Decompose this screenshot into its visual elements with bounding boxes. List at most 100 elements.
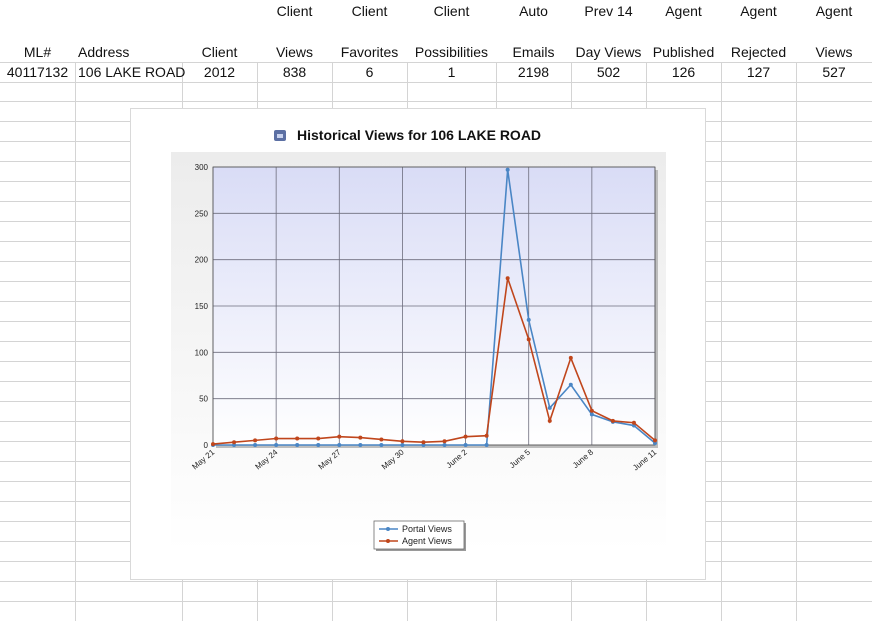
column-header[interactable]: Agent Published — [646, 0, 721, 62]
data-point — [526, 317, 531, 322]
column-header-line2: Client — [201, 44, 238, 60]
y-tick-label: 200 — [195, 256, 209, 265]
table-cell[interactable]: 838 — [257, 62, 332, 82]
column-header-line2: Possibilities — [414, 44, 489, 60]
column-header-line2: Favorites — [340, 44, 399, 60]
table-cell[interactable]: 502 — [571, 62, 646, 82]
y-tick-label: 50 — [199, 395, 208, 404]
data-point — [232, 440, 237, 445]
column-header-line1 — [36, 3, 40, 19]
chart-panel: Historical Views for 106 LAKE ROAD 0 50 100… — [130, 108, 706, 580]
data-point — [253, 438, 258, 443]
data-point — [337, 443, 342, 447]
table-cell[interactable]: 2012 — [182, 62, 257, 82]
y-tick-label: 100 — [195, 348, 209, 357]
table-cell[interactable]: 527 — [796, 62, 872, 82]
column-header[interactable]: Agent Views — [796, 0, 872, 62]
column-header[interactable]: Client Favorites — [332, 0, 407, 62]
table-cell[interactable]: 126 — [646, 62, 721, 82]
data-point — [274, 436, 279, 441]
data-point — [610, 418, 615, 423]
column-header-line2: Published — [652, 44, 715, 60]
column-header-line2: Rejected — [730, 44, 787, 60]
table-cell[interactable]: 127 — [721, 62, 796, 82]
data-point — [653, 438, 657, 443]
column-header[interactable]: Address — [75, 0, 182, 62]
data-point — [505, 276, 510, 281]
data-point — [568, 355, 573, 360]
column-header-line2: ML# — [23, 44, 52, 60]
column-header[interactable]: Agent Rejected — [721, 0, 796, 62]
table-cell[interactable]: 6 — [332, 62, 407, 82]
data-point — [400, 439, 405, 444]
column-header-line1: Agent — [740, 3, 777, 19]
legend-swatch-marker — [386, 539, 390, 543]
data-point — [568, 382, 573, 387]
data-point — [442, 439, 447, 444]
column-header[interactable]: Prev 14 Day Views — [571, 0, 646, 62]
column-header[interactable]: ML# — [0, 0, 75, 62]
grid-row-line — [0, 82, 872, 83]
data-point — [337, 434, 342, 439]
y-tick-label: 300 — [195, 163, 209, 172]
column-header[interactable]: Client — [182, 0, 257, 62]
column-header-line1: Client — [351, 3, 388, 19]
data-point — [358, 443, 363, 447]
data-point — [295, 443, 300, 447]
data-point — [421, 440, 426, 445]
grid-row-line — [0, 601, 872, 602]
legend-label: Agent Views — [402, 536, 452, 546]
legend-swatch-marker — [386, 527, 390, 531]
data-point — [589, 408, 594, 413]
legend-label: Portal Views — [402, 524, 452, 534]
data-point — [505, 167, 510, 172]
column-header[interactable]: Client Views — [257, 0, 332, 62]
column-header-line2: Address — [78, 44, 130, 60]
data-point — [316, 443, 321, 447]
data-point — [589, 412, 594, 417]
column-header-line1: Client — [276, 3, 313, 19]
table-cell[interactable]: 40117132 — [0, 62, 75, 82]
data-point — [274, 443, 279, 447]
data-point — [316, 436, 321, 441]
column-header-line1: Agent — [665, 3, 702, 19]
data-point — [463, 434, 468, 439]
y-tick-label: 150 — [195, 302, 209, 311]
chart: Historical Views for 106 LAKE ROAD050100… — [171, 127, 666, 552]
data-point — [484, 443, 489, 447]
data-point — [211, 442, 215, 447]
column-header-line2: Views — [275, 44, 314, 60]
data-point — [526, 337, 531, 342]
data-point — [631, 420, 636, 425]
table-cell[interactable]: 106 LAKE ROAD — [75, 62, 185, 82]
data-point — [463, 443, 468, 447]
column-header-line1: Client — [433, 3, 470, 19]
grid-row-line — [0, 101, 872, 102]
column-header-line1 — [218, 3, 222, 19]
data-point — [547, 405, 552, 410]
data-point — [547, 418, 552, 423]
column-header-line1 — [78, 3, 82, 19]
data-point — [253, 443, 258, 447]
data-point — [379, 437, 384, 442]
grid-col-line — [796, 62, 797, 621]
data-point — [379, 443, 384, 447]
data-point — [400, 443, 405, 447]
column-header-line1: Prev 14 — [584, 3, 633, 19]
grid-row-line — [0, 581, 872, 582]
chart-title: Historical Views for 106 LAKE ROAD — [297, 127, 541, 143]
column-header[interactable]: Auto Emails — [496, 0, 571, 62]
column-header-line2: Emails — [512, 44, 555, 60]
column-header-line1: Auto — [519, 3, 548, 19]
table-cell[interactable]: 1 — [407, 62, 496, 82]
data-point — [442, 443, 447, 447]
table-cell[interactable]: 2198 — [496, 62, 571, 82]
data-point — [295, 436, 300, 441]
column-header[interactable]: Client Possibilities — [407, 0, 496, 62]
plot-shadow — [655, 170, 658, 448]
chart-icon-detail — [277, 134, 283, 138]
data-point — [358, 435, 363, 440]
grid-col-line — [721, 62, 722, 621]
column-header-line2: Views — [815, 44, 853, 60]
grid-col-line — [75, 62, 76, 621]
